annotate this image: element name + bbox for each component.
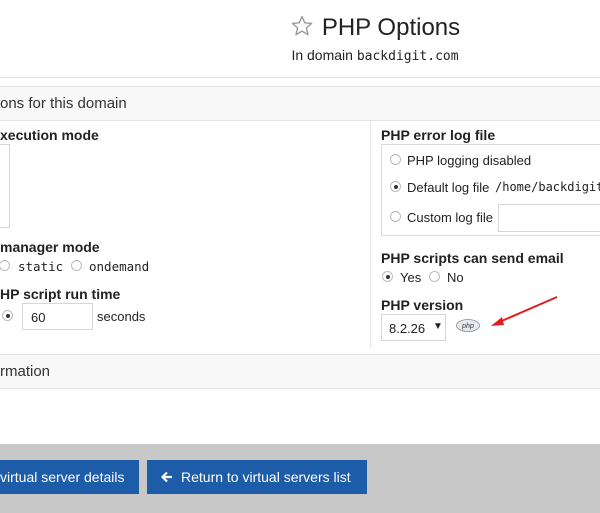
error-log-custom-label: Custom log file xyxy=(407,210,493,225)
error-log-custom-input[interactable] xyxy=(498,204,600,232)
page-title: PHP Options xyxy=(0,14,600,45)
return-to-details-button[interactable]: virtual server details xyxy=(0,460,139,494)
run-time-unit: seconds xyxy=(97,309,146,324)
error-log-radio-default[interactable] xyxy=(390,181,401,192)
section-header-options[interactable]: ons for this domain xyxy=(0,86,600,121)
php-version-value: 8.2.26 xyxy=(389,321,426,336)
section-header-information[interactable]: rmation xyxy=(0,354,600,389)
manager-mode-radio-dynamic[interactable] xyxy=(0,260,10,271)
section-title-options: ons for this domain xyxy=(0,95,127,112)
page-title-text: PHP Options xyxy=(321,14,461,41)
manager-mode-ondemand-label: ondemand xyxy=(89,259,150,274)
php-logo-icon: php xyxy=(456,319,480,337)
star-outline-icon[interactable] xyxy=(290,14,314,45)
error-log-radio-custom[interactable] xyxy=(390,211,401,222)
run-time-value: 60 xyxy=(31,310,46,325)
send-email-radio-no[interactable] xyxy=(429,271,440,282)
send-email-label: PHP scripts can send email xyxy=(381,250,564,266)
manager-mode-static-label: static xyxy=(18,259,64,274)
return-to-details-label: virtual server details xyxy=(0,469,125,485)
column-divider xyxy=(370,120,371,348)
run-time-label: HP script run time xyxy=(0,286,121,302)
execution-mode-label: xecution mode xyxy=(0,127,99,143)
domain-name: backdigit.com xyxy=(356,49,459,64)
manager-mode-radio-static[interactable] xyxy=(71,260,82,271)
php-version-label: PHP version xyxy=(381,297,464,313)
php-version-select[interactable]: 8.2.26 ▼ xyxy=(381,314,446,341)
error-log-label: PHP error log file xyxy=(381,127,496,143)
return-to-list-label: Return to virtual servers list xyxy=(181,469,351,485)
chevron-down-icon: ▼ xyxy=(433,321,443,332)
run-time-radio-custom[interactable] xyxy=(2,310,13,321)
execution-mode-select[interactable] xyxy=(0,144,10,228)
error-log-disabled-label: PHP logging disabled xyxy=(407,153,532,168)
send-email-no-label: No xyxy=(447,270,464,285)
arrow-left-icon xyxy=(160,461,173,495)
send-email-yes-label: Yes xyxy=(400,270,422,285)
php-badge-text: php xyxy=(461,323,474,330)
return-to-list-button[interactable]: Return to virtual servers list xyxy=(147,460,367,494)
header-divider xyxy=(0,77,600,78)
page-subtitle: In domain backdigit.com xyxy=(0,47,600,64)
manager-mode-label: manager mode xyxy=(0,239,100,255)
run-time-input[interactable]: 60 xyxy=(22,303,93,330)
section-title-information: rmation xyxy=(0,363,51,380)
annotation-arrow-icon xyxy=(485,293,565,338)
subtitle-prefix: In domain xyxy=(291,47,357,63)
error-log-default-label: Default log file xyxy=(407,180,490,195)
error-log-radio-disabled[interactable] xyxy=(390,154,401,165)
send-email-radio-yes[interactable] xyxy=(382,271,393,282)
error-log-default-path: /home/backdigit xyxy=(495,180,600,194)
